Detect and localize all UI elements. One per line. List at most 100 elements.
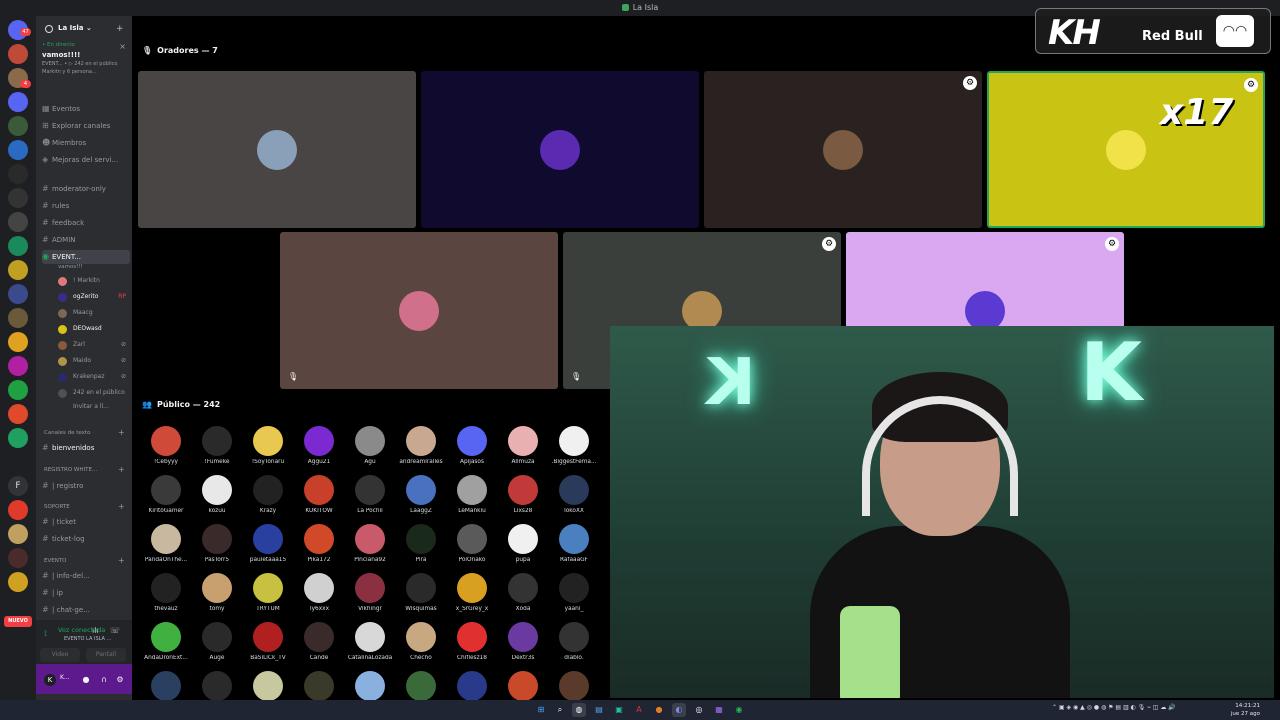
audience-member[interactable]: Aggu21 <box>292 426 346 474</box>
audience-member[interactable]: CatalinaLozada <box>343 622 397 670</box>
app-icon[interactable]: ● <box>652 703 666 717</box>
mute-mic-icon[interactable]: ● <box>80 674 92 686</box>
channel-moderator-only[interactable]: # moderator-only <box>42 182 132 196</box>
gear-icon[interactable]: ⚙ <box>963 76 977 90</box>
audience-member[interactable]: Allmuza <box>496 426 550 474</box>
audience-member[interactable]: Xoda <box>496 573 550 621</box>
gear-icon[interactable]: ⚙ <box>1244 78 1258 92</box>
audience-member[interactable]: pauletaaa15 <box>241 524 295 572</box>
category-registro[interactable]: REGISTRO WHITE... + <box>44 465 125 474</box>
start-icon[interactable]: ⊞ <box>534 703 548 717</box>
audience-member[interactable]: yaani_ <box>547 573 601 621</box>
audience-member[interactable]: !SoyTonaru <box>241 426 295 474</box>
speaker-tile[interactable]: ⚙ <box>704 71 982 228</box>
gear-icon[interactable]: ⚙ <box>114 674 126 686</box>
audience-member[interactable]: RafaaaGF <box>547 524 601 572</box>
stage-user[interactable]: Maido ⊘ <box>58 354 128 368</box>
channel-mejoras[interactable]: ◈ Mejoras del servi... <box>42 153 132 167</box>
server-icon[interactable] <box>8 188 28 208</box>
audience-member[interactable]: Krazy <box>241 475 295 523</box>
server-icon[interactable] <box>8 404 28 424</box>
server-icon[interactable] <box>8 380 28 400</box>
audience-member[interactable]: PandaOnThe... <box>139 524 193 572</box>
category-soporte[interactable]: SOPORTE + <box>44 502 125 511</box>
channel-miembros[interactable]: ☻ Miembros <box>42 136 132 150</box>
clock[interactable]: 14:21:21 jue 27 ago <box>1230 702 1260 718</box>
audience-member[interactable]: KiritoGamer <box>139 475 193 523</box>
add-member-icon[interactable]: + <box>116 24 124 34</box>
close-icon[interactable]: × <box>119 42 126 51</box>
spotify-icon[interactable]: ◉ <box>732 703 746 717</box>
server-icon[interactable] <box>8 548 28 568</box>
audience-member[interactable]: Lixs28 <box>496 475 550 523</box>
server-icon[interactable] <box>8 140 28 160</box>
channel-registro[interactable]: # | registro <box>42 479 132 493</box>
channel-explorar[interactable]: ⊞ Explorar canales <box>42 119 132 133</box>
stage-user[interactable]: DEOwasd <box>58 322 128 336</box>
audience-member[interactable]: pupa <box>496 524 550 572</box>
video-button[interactable]: Video <box>40 648 80 662</box>
audience-member[interactable]: Wisquimas <box>394 573 448 621</box>
audience-member[interactable]: Agu <box>343 426 397 474</box>
live-stage-card[interactable]: • En directo vamos!!!! EVENT... • ▷ 242 … <box>42 42 130 75</box>
app-icon[interactable]: ▦ <box>712 703 726 717</box>
audience-member[interactable]: .BiggestFema... <box>547 426 601 474</box>
audience-member[interactable]: BaSiLiCk_TV <box>241 622 295 670</box>
stage-user[interactable]: Zarl ⊘ <box>58 338 128 352</box>
audience-member[interactable]: Pira <box>394 524 448 572</box>
audience-member[interactable]: Ty6xxx <box>292 573 346 621</box>
audience-member[interactable]: La Pochii <box>343 475 397 523</box>
server-icon[interactable] <box>8 260 28 280</box>
add-channel-icon[interactable]: + <box>118 556 125 565</box>
speaker-tile[interactable]: 🎙 <box>280 232 558 389</box>
server-icon[interactable] <box>8 356 28 376</box>
channel-chat[interactable]: # | chat-ge... <box>42 603 132 617</box>
audience-member[interactable]: Cande <box>292 622 346 670</box>
channel-eventos[interactable]: ▦ Eventos <box>42 102 132 116</box>
disconnect-icon[interactable]: ☏ <box>110 626 120 635</box>
audience-member[interactable]: KUKITOW <box>292 475 346 523</box>
audience-member[interactable]: Pika172 <box>292 524 346 572</box>
stage-user[interactable]: Maacg <box>58 306 128 320</box>
server-icon[interactable] <box>8 524 28 544</box>
server-icon[interactable] <box>8 44 28 64</box>
server-icon[interactable] <box>8 236 28 256</box>
stage-invite[interactable]: Invitar a ll... <box>58 400 128 414</box>
speaker-tile[interactable] <box>421 71 699 228</box>
add-channel-icon[interactable]: + <box>118 465 125 474</box>
audience-member[interactable]: LaaggZ <box>394 475 448 523</box>
add-channel-icon[interactable]: + <box>118 428 125 437</box>
server-icon[interactable] <box>8 308 28 328</box>
server-header[interactable]: La Isla ⌄ + <box>36 20 132 36</box>
server-icon[interactable] <box>8 332 28 352</box>
voice-location[interactable]: EVENTO LA ISLA ... <box>64 636 111 642</box>
speaker-tile[interactable] <box>138 71 416 228</box>
audience-member[interactable]: PasTorr5 <box>190 524 244 572</box>
stage-user[interactable]: ogZerito RP <box>58 290 128 304</box>
server-icon[interactable] <box>8 572 28 592</box>
audience-member[interactable]: !Cebyyy <box>139 426 193 474</box>
audience-member[interactable]: Vikhingr <box>343 573 397 621</box>
category-text[interactable]: Canales de texto + <box>44 428 125 437</box>
server-folder-f[interactable]: F <box>8 476 28 496</box>
app-icon[interactable]: ▣ <box>612 703 626 717</box>
audience-member[interactable]: PoiOnako <box>445 524 499 572</box>
audience-member[interactable]: tomy <box>190 573 244 621</box>
server-icon[interactable] <box>8 284 28 304</box>
add-channel-icon[interactable]: + <box>118 502 125 511</box>
server-icon[interactable] <box>8 212 28 232</box>
audience-member[interactable]: Pinciana92 <box>343 524 397 572</box>
channel-info[interactable]: # | info-del... <box>42 569 132 583</box>
audience-member[interactable]: andreamiralles <box>394 426 448 474</box>
audience-member[interactable]: diablo. <box>547 622 601 670</box>
stage-user[interactable]: ! Markitn <box>58 274 128 288</box>
gear-icon[interactable]: ⚙ <box>1105 237 1119 251</box>
headphones-icon[interactable]: ∩ <box>98 674 110 686</box>
audience-member[interactable]: Checho <box>394 622 448 670</box>
stage-channel[interactable]: ◉ EVENT... <box>42 250 130 264</box>
channel-admin[interactable]: # ADMIN <box>42 233 132 247</box>
avatar[interactable]: K <box>44 674 56 686</box>
app-icon[interactable]: A <box>632 703 646 717</box>
server-icon[interactable] <box>8 116 28 136</box>
audience-member[interactable]: Chiflesz18 <box>445 622 499 670</box>
